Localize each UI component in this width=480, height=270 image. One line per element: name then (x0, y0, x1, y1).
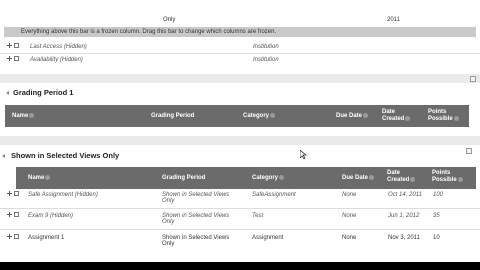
drag-handle-icon[interactable] (7, 43, 12, 48)
points-cell: 35 (433, 213, 440, 219)
column-header-grading-period[interactable]: Grading Period (162, 175, 205, 182)
sort-icon[interactable] (279, 175, 285, 180)
row-divider (0, 208, 480, 209)
column-name[interactable]: Assignment 1 (28, 235, 64, 241)
row-checkbox[interactable] (14, 234, 19, 239)
points-cell: 100 (433, 192, 444, 198)
column-row[interactable]: Last Access (Hidden) Institution (0, 42, 480, 53)
points-cell: 10 (433, 235, 440, 241)
column-header-grading-period[interactable]: Grading Period (151, 113, 194, 120)
drag-handle-icon[interactable] (7, 212, 12, 217)
row-divider (0, 229, 480, 230)
column-name[interactable]: Exam 9 (Hidden) (28, 213, 73, 219)
column-header-due-date[interactable]: Due Date (336, 113, 369, 120)
expand-icon[interactable] (466, 148, 472, 154)
row-checkbox[interactable] (14, 191, 19, 196)
column-name[interactable]: Last Access (Hidden) (30, 44, 87, 50)
date-created-cell: Oct 14, 2011 (388, 192, 422, 198)
sort-icon[interactable] (410, 177, 416, 182)
section-separator (0, 74, 480, 83)
due-date-cell: None (342, 213, 357, 219)
date-created-cell: Jun 1, 2012 (388, 213, 420, 219)
sort-icon[interactable] (29, 113, 35, 118)
column-header-category[interactable]: Category (243, 113, 276, 120)
collapse-icon[interactable] (6, 91, 9, 95)
column-name[interactable]: Availability (Hidden) (30, 57, 83, 63)
sort-icon[interactable] (453, 116, 459, 121)
category-cell: Institution (253, 57, 279, 63)
drag-handle-icon[interactable] (7, 191, 12, 196)
column-header-name[interactable]: Name (28, 175, 51, 182)
grade-center-columns-page: Only 2011 Everything above this bar is a… (0, 0, 480, 262)
row-divider (0, 53, 480, 54)
table-header: Name Grading Period Category Due Date Da… (16, 167, 476, 189)
row-checkbox[interactable] (14, 212, 19, 217)
category-cell: Assignment (252, 235, 284, 241)
column-row[interactable]: Only 2011 (0, 16, 480, 27)
collapse-icon[interactable] (2, 154, 5, 158)
category-cell: Institution (253, 44, 279, 50)
sort-icon[interactable] (369, 175, 375, 180)
column-header-date-created[interactable]: Date Created (387, 170, 419, 184)
date-created-cell: Nov 3, 2011 (388, 235, 420, 241)
sort-icon[interactable] (270, 113, 276, 118)
grading-period-cell: Shown in Selected Views Only (162, 192, 230, 204)
frozen-bar-note: Everything above this bar is a frozen co… (21, 29, 277, 35)
column-header-points-possible[interactable]: Points Possible (432, 170, 470, 184)
sort-icon[interactable] (45, 175, 51, 180)
section-title: Shown in Selected Views Only (11, 151, 120, 160)
table-row[interactable]: Assignment 1 Shown in Selected Views Onl… (0, 233, 480, 249)
column-header-points-possible[interactable]: Points Possible (428, 109, 464, 123)
column-header-due-date[interactable]: Due Date (342, 175, 375, 182)
row-checkbox[interactable] (14, 43, 19, 48)
table-row[interactable]: Exam 9 (Hidden) Shown in Selected Views … (0, 211, 480, 227)
category-cell: Test (252, 213, 264, 219)
drag-handle-icon[interactable] (7, 56, 12, 61)
table-header: Name Grading Period Category Due Date Da… (5, 105, 469, 127)
column-name[interactable]: Safe Assignment (Hidden) (28, 192, 98, 198)
section-title: Grading Period 1 (13, 88, 74, 97)
grading-period-cell: Shown in Selected Views Only (162, 235, 230, 247)
frozen-column-bar[interactable]: Everything above this bar is a frozen co… (4, 27, 476, 37)
sort-icon[interactable] (363, 113, 369, 118)
table-row[interactable]: Safe Assignment (Hidden) Shown in Select… (0, 190, 480, 206)
column-header-date-created[interactable]: Date Created (382, 109, 412, 123)
grading-period-cell: Shown in Selected Views Only (162, 213, 230, 225)
column-header-name[interactable]: Name (12, 113, 35, 120)
drag-handle-icon[interactable] (7, 234, 12, 239)
expand-icon[interactable] (470, 76, 476, 82)
section-separator (0, 136, 480, 145)
sort-icon[interactable] (405, 116, 411, 121)
sort-icon[interactable] (457, 177, 463, 182)
column-row[interactable]: Availability (Hidden) Institution (0, 55, 480, 66)
due-date-cell: None (342, 192, 357, 198)
column-header-category[interactable]: Category (252, 175, 285, 182)
date-created-cell: 2011 (387, 17, 400, 23)
mouse-cursor-icon (300, 150, 307, 160)
due-date-cell: None (342, 235, 357, 241)
grading-period-cell: Only (163, 17, 176, 23)
row-checkbox[interactable] (14, 56, 19, 61)
category-cell: SafeAssignment (252, 192, 296, 198)
